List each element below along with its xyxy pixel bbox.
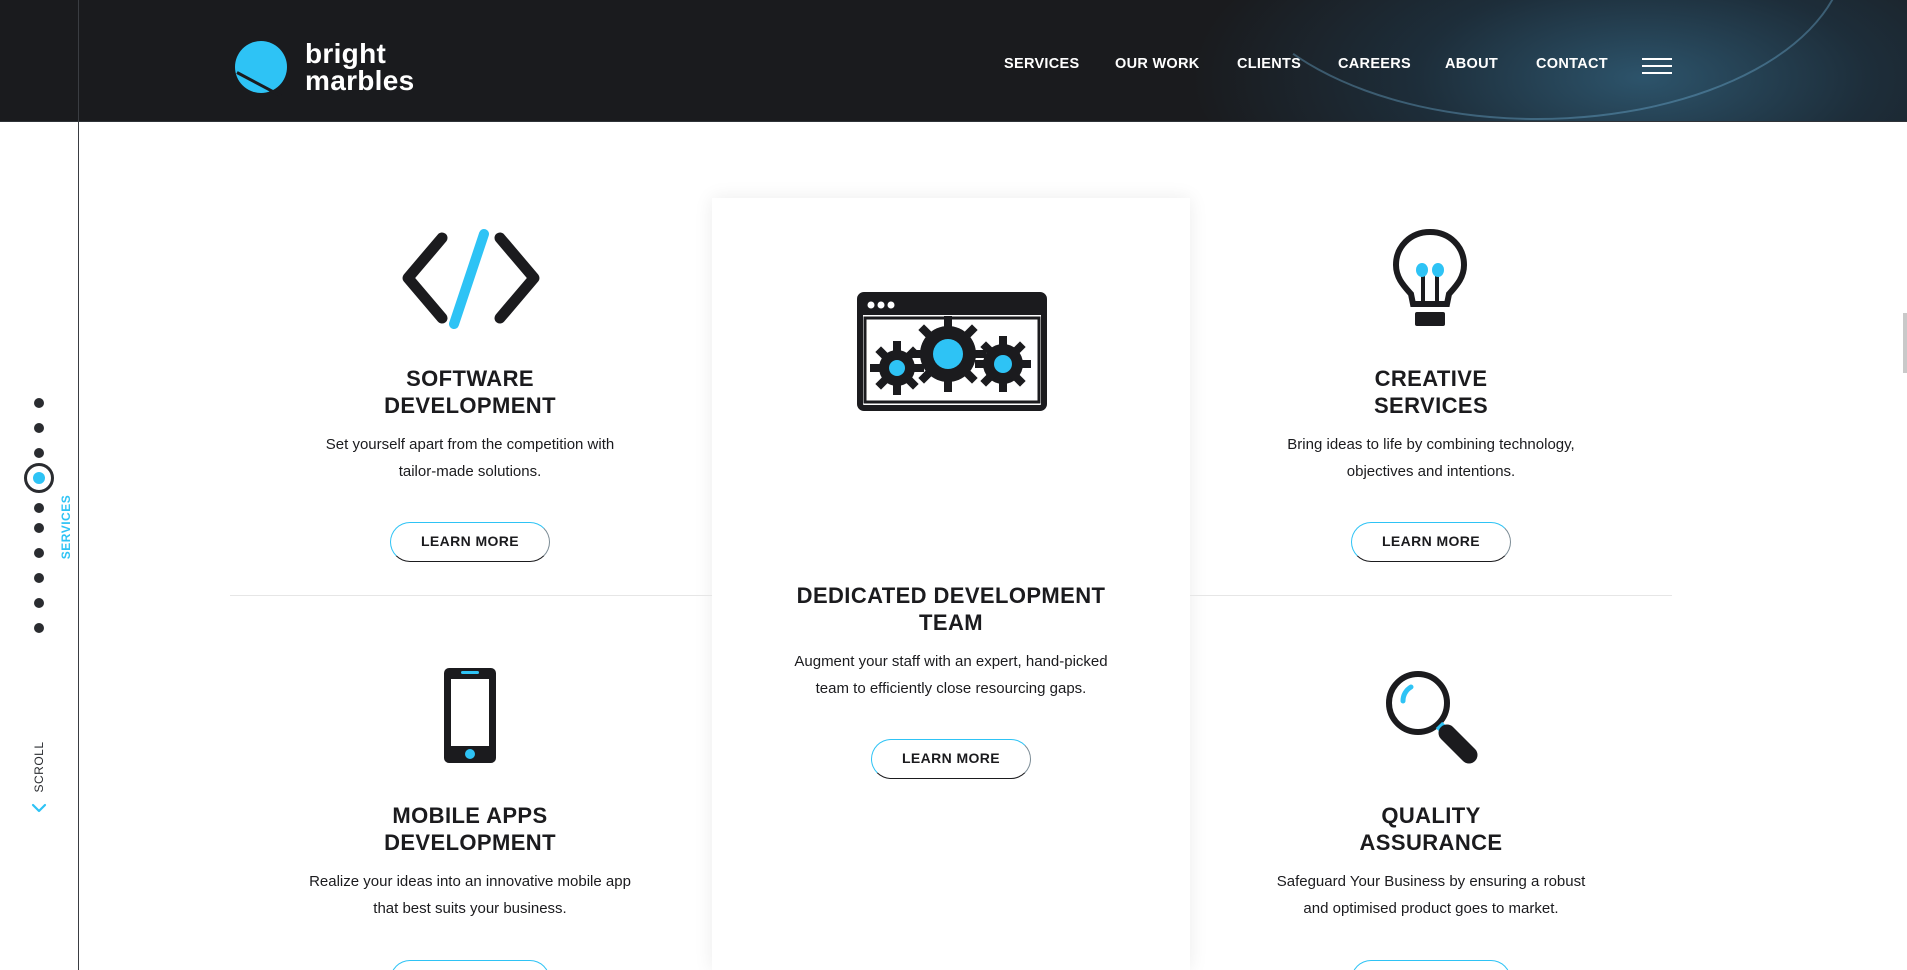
service-title: MOBILE APPS DEVELOPMENT (240, 802, 700, 856)
section-dot[interactable] (34, 598, 44, 608)
section-dot-active[interactable] (24, 463, 54, 493)
service-title-line: SOFTWARE (406, 366, 534, 391)
row-divider-left (230, 595, 712, 596)
nav-contact[interactable]: CONTACT (1536, 56, 1608, 72)
service-description: Augment your staff with an expert, hand-… (712, 648, 1190, 702)
current-section-label: SERVICES (59, 494, 73, 560)
chevron-down-icon[interactable] (31, 800, 47, 816)
scroll-label: SCROLL (32, 741, 46, 793)
service-title-line: MOBILE APPS (392, 803, 548, 828)
rail-divider (78, 0, 79, 970)
service-card-software-development: SOFTWARE DEVELOPMENT Set yourself apart … (240, 365, 700, 562)
learn-more-button[interactable]: LEARN MORE (390, 522, 550, 562)
service-title-line: ASSURANCE (1359, 830, 1503, 855)
smartphone-icon (444, 668, 496, 763)
learn-more-button[interactable] (390, 960, 550, 970)
service-description: Bring ideas to life by combining technol… (1200, 431, 1662, 485)
magnifier-icon (1386, 671, 1478, 764)
service-title-line: DEVELOPMENT (384, 830, 556, 855)
service-description-line: that best suits your business. (373, 900, 567, 917)
main-nav: SERVICES OUR WORK CLIENTS CAREERS ABOUT … (0, 56, 1907, 76)
scrollbar-thumb[interactable] (1903, 313, 1907, 373)
service-description: Set yourself apart from the competition … (240, 431, 700, 485)
service-description-line: Realize your ideas into an innovative mo… (309, 873, 631, 890)
browser-gears-icon (857, 292, 1047, 411)
nav-services[interactable]: SERVICES (1004, 56, 1079, 72)
service-title-line: DEDICATED DEVELOPMENT (796, 583, 1106, 608)
row-divider-right (1190, 595, 1672, 596)
service-card-dedicated-team: DEDICATED DEVELOPMENT TEAM Augment your … (712, 582, 1190, 779)
service-description-line: Bring ideas to life by combining technol… (1287, 436, 1575, 453)
service-card-mobile-apps: MOBILE APPS DEVELOPMENT Realize your ide… (240, 802, 700, 922)
service-card-quality-assurance: QUALITY ASSURANCE Safeguard Your Busines… (1200, 802, 1662, 922)
service-title: QUALITY ASSURANCE (1200, 802, 1662, 856)
nav-about[interactable]: ABOUT (1445, 56, 1498, 72)
service-card-creative-services: CREATIVE SERVICES Bring ideas to life by… (1200, 365, 1662, 562)
service-title-line: QUALITY (1381, 803, 1481, 828)
service-description-line: Augment your staff with an expert, hand-… (794, 653, 1108, 670)
nav-clients[interactable]: CLIENTS (1237, 56, 1301, 72)
section-dot[interactable] (34, 523, 44, 533)
section-dot[interactable] (34, 423, 44, 433)
service-description: Realize your ideas into an innovative mo… (240, 868, 700, 922)
lightbulb-icon (1392, 228, 1468, 326)
service-description-line: Set yourself apart from the competition … (325, 436, 615, 453)
section-dot[interactable] (34, 398, 44, 408)
section-dot[interactable] (34, 573, 44, 583)
service-title: CREATIVE SERVICES (1200, 365, 1662, 419)
learn-more-button[interactable] (1351, 960, 1511, 970)
service-description-line: objectives and intentions. (1346, 463, 1516, 480)
site-header: bright marbles SERVICES OUR WORK CLIENTS… (0, 0, 1907, 122)
section-dot[interactable] (34, 503, 44, 513)
service-title-line: CREATIVE (1374, 366, 1488, 391)
section-dot[interactable] (34, 448, 44, 458)
nav-careers[interactable]: CAREERS (1338, 56, 1411, 72)
code-brackets-icon (402, 229, 540, 329)
service-title: SOFTWARE DEVELOPMENT (240, 365, 700, 419)
service-description-line: Safeguard Your Business by ensuring a ro… (1276, 873, 1586, 890)
service-description-line: team to efficiently close resourcing gap… (815, 680, 1087, 697)
learn-more-button[interactable]: LEARN MORE (871, 739, 1031, 779)
service-title: DEDICATED DEVELOPMENT TEAM (712, 582, 1190, 636)
service-title-line: TEAM (919, 610, 983, 635)
service-description: Safeguard Your Business by ensuring a ro… (1200, 868, 1662, 922)
hamburger-icon[interactable] (1642, 58, 1672, 74)
service-description-line: and optimised product goes to market. (1303, 900, 1559, 917)
section-dot[interactable] (34, 548, 44, 558)
learn-more-button[interactable]: LEARN MORE (1351, 522, 1511, 562)
service-title-line: SERVICES (1373, 393, 1489, 418)
service-title-line: DEVELOPMENT (384, 393, 556, 418)
service-description-line: tailor-made solutions. (398, 463, 542, 480)
nav-our-work[interactable]: OUR WORK (1115, 56, 1200, 72)
section-dot[interactable] (34, 623, 44, 633)
